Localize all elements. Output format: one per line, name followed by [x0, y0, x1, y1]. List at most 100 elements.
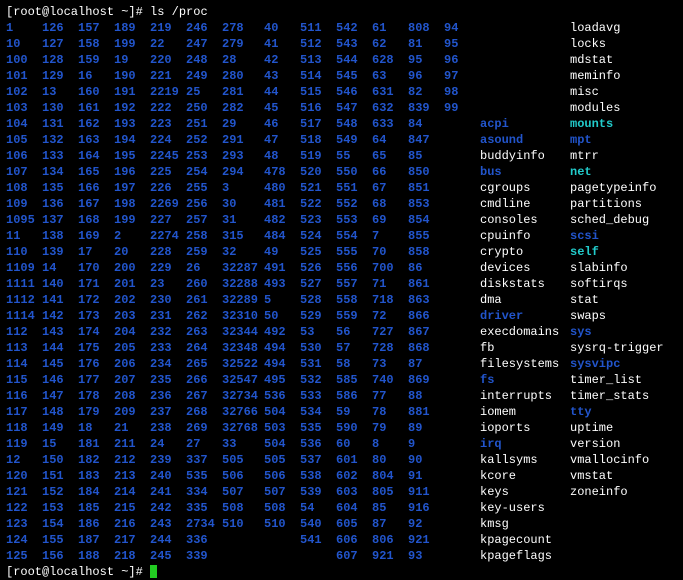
- proc-entry: 261: [186, 292, 222, 308]
- proc-entry: 162: [78, 116, 114, 132]
- proc-entry: 107: [6, 164, 42, 180]
- proc-entry: 507: [222, 484, 264, 500]
- proc-entry: 2274: [150, 228, 186, 244]
- proc-entry: 556: [336, 260, 372, 276]
- proc-entry: 533: [300, 388, 336, 404]
- proc-entry: 73: [372, 356, 408, 372]
- proc-entry: 921: [372, 548, 408, 564]
- proc-entry: 129: [42, 68, 78, 84]
- proc-entry: 110: [6, 244, 42, 260]
- proc-entry: 293: [222, 148, 264, 164]
- proc-entry: 281: [222, 84, 264, 100]
- proc-entry: 46: [264, 116, 300, 132]
- proc-entry: 718: [372, 292, 408, 308]
- proc-entry: 72: [372, 308, 408, 324]
- proc-entry: 7: [372, 228, 408, 244]
- proc-entry: 97: [444, 68, 480, 84]
- proc-entry: 143: [42, 324, 78, 340]
- proc-entry: 217: [114, 532, 150, 548]
- proc-entry: 122: [6, 500, 42, 516]
- proc-entry: 208: [114, 388, 150, 404]
- proc-entry: 853: [408, 196, 444, 212]
- proc-entry: 740: [372, 372, 408, 388]
- proc-entry: 98: [444, 84, 480, 100]
- proc-entry: 32287: [222, 260, 264, 276]
- proc-entry: 607: [336, 548, 372, 564]
- proc-entry: 17: [78, 244, 114, 260]
- proc-entry: 552: [336, 196, 372, 212]
- proc-entry: 156: [42, 548, 78, 564]
- proc-entry: 206: [114, 356, 150, 372]
- proc-entry: 494: [264, 340, 300, 356]
- proc-entry: 268: [186, 404, 222, 420]
- proc-entry: filesystems: [480, 356, 570, 372]
- proc-entry: 19: [114, 52, 150, 68]
- proc-entry: 804: [372, 468, 408, 484]
- proc-entry: 282: [222, 100, 264, 116]
- prompt: [root@localhost ~]#: [6, 5, 150, 19]
- proc-entry: 66: [372, 164, 408, 180]
- proc-entry: 136: [42, 196, 78, 212]
- proc-entry: 863: [408, 292, 444, 308]
- proc-entry: sysvipc: [570, 356, 680, 372]
- proc-entry: 911: [408, 484, 444, 500]
- proc-entry: 177: [78, 372, 114, 388]
- proc-entry: 185: [78, 500, 114, 516]
- proc-entry: 176: [78, 356, 114, 372]
- proc-entry: 178: [78, 388, 114, 404]
- proc-entry: 199: [114, 36, 150, 52]
- proc-entry: 182: [78, 452, 114, 468]
- proc-entry: 179: [78, 404, 114, 420]
- proc-entry: 158: [78, 36, 114, 52]
- proc-entry: 536: [264, 388, 300, 404]
- proc-entry: 238: [150, 420, 186, 436]
- proc-entry: 28: [222, 52, 264, 68]
- proc-entry: 118: [6, 420, 42, 436]
- proc-entry: 602: [336, 468, 372, 484]
- proc-entry: 1109: [6, 260, 42, 276]
- proc-entry: 112: [6, 324, 42, 340]
- proc-entry: asound: [480, 132, 570, 148]
- proc-entry: 43: [264, 68, 300, 84]
- proc-entry: 32766: [222, 404, 264, 420]
- proc-entry: 204: [114, 324, 150, 340]
- proc-entry: 542: [336, 20, 372, 36]
- proc-entry: 165: [78, 164, 114, 180]
- proc-entry: 506: [222, 468, 264, 484]
- proc-entry: 95: [408, 52, 444, 68]
- proc-entry: key-users: [480, 500, 570, 516]
- terminal[interactable]: [root@localhost ~]# ls /proc 11261571892…: [6, 4, 677, 580]
- proc-entry: 559: [336, 308, 372, 324]
- proc-entry: 851: [408, 180, 444, 196]
- ls-output: 1126157189219246278405115426180894loadav…: [6, 20, 677, 564]
- proc-entry: 530: [300, 340, 336, 356]
- proc-entry: 548: [336, 116, 372, 132]
- proc-entry: 63: [372, 68, 408, 84]
- proc-entry: 134: [42, 164, 78, 180]
- proc-entry: 484: [264, 228, 300, 244]
- proc-entry: 543: [336, 36, 372, 52]
- proc-entry: 244: [150, 532, 186, 548]
- proc-entry: 251: [186, 116, 222, 132]
- proc-entry: 868: [408, 340, 444, 356]
- proc-entry: kcore: [480, 468, 570, 484]
- proc-entry: 58: [336, 356, 372, 372]
- proc-entry: driver: [480, 308, 570, 324]
- proc-entry: 538: [300, 468, 336, 484]
- proc-entry: bus: [480, 164, 570, 180]
- proc-entry: 539: [300, 484, 336, 500]
- proc-entry: diskstats: [480, 276, 570, 292]
- proc-entry: 184: [78, 484, 114, 500]
- proc-entry: 226: [150, 180, 186, 196]
- prompt-line: [root@localhost ~]# ls /proc: [6, 4, 677, 20]
- proc-entry: 161: [78, 100, 114, 116]
- proc-entry: 253: [186, 148, 222, 164]
- proc-entry: 222: [150, 100, 186, 116]
- proc-entry: 197: [114, 180, 150, 196]
- proc-entry: 138: [42, 228, 78, 244]
- proc-entry: timer_list: [570, 372, 680, 388]
- proc-entry: 32547: [222, 372, 264, 388]
- proc-entry: 220: [150, 52, 186, 68]
- proc-entry: 77: [372, 388, 408, 404]
- proc-entry: 519: [300, 148, 336, 164]
